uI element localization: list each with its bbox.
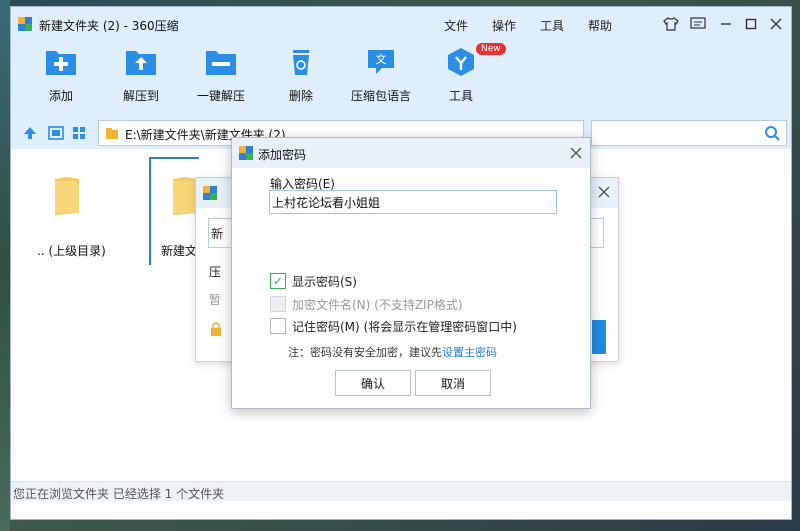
desktop-background (0, 0, 10, 531)
parent-folder-label[interactable]: .. (上级目录) (37, 242, 106, 259)
toolbar: 添加 解压到 一键解压 删除 文 压缩包语言 工具 New (11, 41, 791, 117)
extract-to-button[interactable]: 解压到 (106, 47, 176, 104)
skin-shirt-icon[interactable] (661, 14, 681, 34)
cancel-button[interactable]: 取消 (415, 370, 491, 396)
dialog-close-icon[interactable] (570, 144, 582, 163)
feedback-icon[interactable] (688, 14, 708, 34)
close-icon[interactable] (598, 186, 610, 198)
bg-label-2: 暂 (209, 293, 222, 307)
dialog-title: 添加密码 (258, 148, 307, 162)
maximize-icon[interactable] (741, 14, 761, 34)
delete-button[interactable]: 删除 (266, 47, 336, 104)
recycle-bin-icon (284, 47, 318, 77)
show-password-checkbox[interactable]: ✓ 显示密码(S) (270, 272, 357, 290)
grid-view-icon[interactable] (71, 125, 87, 141)
password-input[interactable] (269, 190, 557, 214)
up-arrow-icon[interactable] (22, 125, 38, 141)
checkbox-disabled (270, 296, 286, 312)
security-note: 注：密码没有安全加密，建议先设置主密码 (288, 346, 497, 359)
remember-password-label: 记住密码(M) (将会显示在管理密码窗口中) (292, 319, 517, 334)
extract-folder-icon (124, 47, 158, 77)
confirm-button[interactable]: 确认 (335, 370, 411, 396)
search-icon[interactable] (764, 125, 780, 141)
menu-help[interactable]: 帮助 (588, 17, 612, 34)
checkbox-empty[interactable] (270, 318, 286, 334)
one-click-extract-button[interactable]: 一键解压 (186, 47, 256, 104)
window-title: 新建文件夹 (2) - 360压缩 (39, 19, 179, 33)
folder-icon (106, 128, 118, 139)
tools-button[interactable]: 工具 (426, 47, 496, 104)
svg-text:文: 文 (376, 52, 387, 66)
new-badge: New (476, 43, 506, 55)
remember-password-checkbox[interactable]: 记住密码(M) (将会显示在管理密码窗口中) (270, 317, 517, 335)
show-password-label: 显示密码(S) (292, 274, 357, 289)
close-icon[interactable] (766, 14, 786, 34)
app-logo-icon (239, 146, 253, 160)
add-icon (44, 47, 78, 77)
app-logo-icon (18, 17, 32, 31)
minimize-icon[interactable] (716, 14, 736, 34)
menu-operate[interactable]: 操作 (492, 17, 516, 34)
one-click-extract-icon (204, 47, 238, 77)
title-bar: 新建文件夹 (2) - 360压缩 文件 操作 工具 帮助 (11, 7, 791, 41)
detail-view-icon[interactable] (48, 125, 64, 141)
app-logo-icon (203, 186, 217, 200)
search-input[interactable] (591, 120, 787, 146)
folder-label[interactable]: 新建文 (161, 242, 197, 259)
checkmark-icon[interactable]: ✓ (270, 273, 286, 289)
status-bar: 您正在浏览文件夹 已经选择 1 个文件夹 (11, 481, 791, 501)
dialog-header: 添加密码 (232, 138, 590, 168)
add-password-dialog: 添加密码 输入密码(E) ✓ 显示密码(S) 加密文件名(N) (不支持ZIP格… (231, 137, 591, 409)
add-button[interactable]: 添加 (26, 47, 96, 104)
bg-label: 压 (209, 265, 222, 279)
bg-primary-button[interactable] (592, 320, 606, 354)
encrypt-filenames-label: 加密文件名(N) (不支持ZIP格式) (292, 297, 463, 312)
set-master-password-link[interactable]: 设置主密码 (442, 346, 497, 359)
tools-hexagon-icon (444, 47, 478, 77)
archive-language-button[interactable]: 文 压缩包语言 (346, 47, 416, 104)
lock-icon (211, 322, 221, 336)
parent-folder-icon[interactable] (53, 175, 81, 215)
app-window: 新建文件夹 (2) - 360压缩 文件 操作 工具 帮助 添加 解压到 一键解… (10, 6, 792, 520)
language-icon: 文 (364, 47, 398, 77)
menu-tools[interactable]: 工具 (540, 17, 564, 34)
status-text: 您正在浏览文件夹 已经选择 1 个文件夹 (13, 487, 225, 501)
encrypt-filenames-checkbox: 加密文件名(N) (不支持ZIP格式) (270, 295, 463, 313)
menu-file[interactable]: 文件 (444, 17, 468, 34)
